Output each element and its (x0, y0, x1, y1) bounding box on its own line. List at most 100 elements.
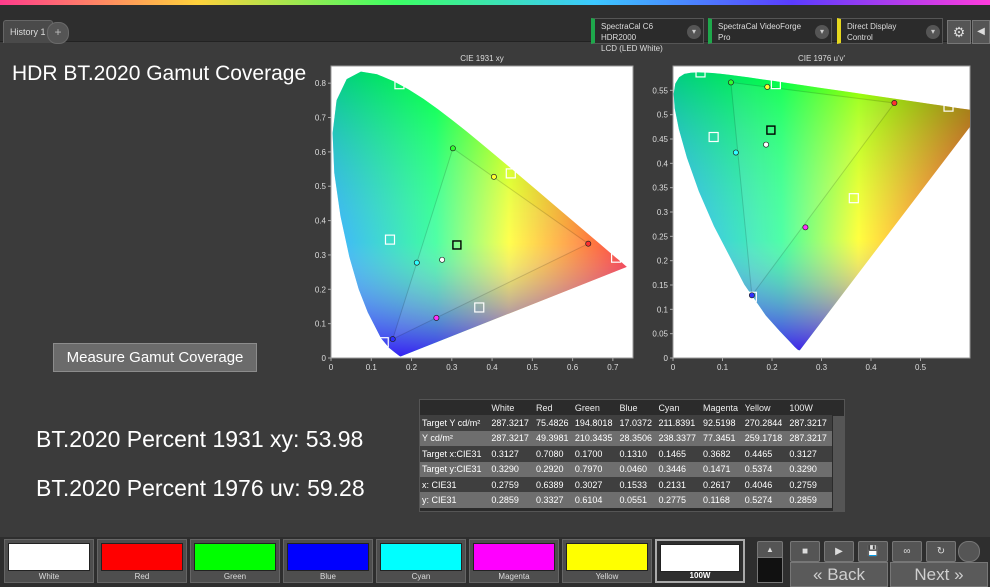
back-label: Back (827, 565, 865, 584)
swatch-color (194, 543, 276, 571)
loop-button[interactable]: ∞ (892, 541, 922, 562)
page-title: HDR BT.2020 Gamut Coverage (12, 62, 307, 85)
tab-bar: History 1 + SpectraCal C6 HDR2000 LCD (L… (0, 5, 990, 53)
stop-icon: ■ (801, 546, 809, 557)
table-cell: 194.8018 (572, 415, 618, 431)
row-label: Y cd/m² (420, 430, 490, 447)
measured-white-point (763, 141, 770, 148)
swatch-100w[interactable]: 100W (655, 539, 745, 583)
x-tick-label: 0.3 (446, 363, 458, 372)
table-scrollbar[interactable] (833, 416, 844, 511)
table-cell: 0.6104 (572, 492, 618, 508)
table-row[interactable]: Target x:CIE31 0.3127 0.7080 0.1700 0.1310 0.… (420, 446, 832, 462)
meter-name: SpectraCal C6 HDR2000 (601, 22, 654, 42)
meter-dropdown[interactable]: SpectraCal C6 HDR2000 LCD (LED White) ▾ (591, 18, 704, 53)
triangle-left-icon: ◀ (977, 26, 985, 37)
y-tick-label: 0.5 (657, 111, 669, 120)
table-cell: 287.3217 (489, 430, 534, 447)
swatch-white[interactable]: White (4, 539, 94, 583)
percent-1931-readout: BT.2020 Percent 1931 xy: 53.98 (36, 426, 364, 452)
swatch-cyan[interactable]: Cyan (376, 539, 466, 583)
patch-preview (757, 557, 783, 583)
row-label: Target y:CIE31 (420, 461, 490, 477)
table-row[interactable]: y: CIE31 0.2859 0.3327 0.6104 0.0551 0.2775 0.… (420, 492, 832, 508)
table-cell: 0.4465 (742, 446, 788, 462)
table-row[interactable]: Target Y cd/m² 287.3217 75.4826 194.8018 17.… (420, 415, 832, 431)
scroll-up-button[interactable]: ▲ (757, 541, 783, 558)
y-tick-label: 0.4 (315, 217, 327, 226)
row-label: x: CIE31 (420, 476, 490, 493)
table-cell: 0.5374 (742, 461, 788, 477)
table-cell: 0.2131 (656, 476, 702, 493)
y-tick-label: 0.35 (652, 184, 668, 193)
swatch-label: White (38, 572, 60, 581)
table-cell: 259.1718 (742, 430, 788, 447)
swatch-color (473, 543, 555, 571)
table-row[interactable]: Y cd/m² 287.3217 49.3981 210.3435 28.3506 238… (420, 430, 832, 447)
table-cell: 287.3217 (787, 430, 832, 447)
settings-button[interactable]: ⚙ (947, 20, 971, 44)
swatch-yellow[interactable]: Yellow (562, 539, 652, 583)
table-cell: 0.3327 (533, 492, 573, 508)
swatch-label: Red (134, 572, 150, 581)
play-button[interactable]: ▶ (824, 541, 854, 562)
cie1931-chart: CIE 1931 xy 0 0.1 0.2 0.3 0.4 0.5 0.6 0.7 0 0.1 0.2… (315, 54, 634, 372)
x-tick-label: 0.3 (816, 363, 828, 372)
measured-cyan-point (413, 259, 420, 266)
chart-title: CIE 1976 u'v' (798, 54, 846, 63)
swatch-label: Cyan (411, 572, 431, 581)
collapse-panel-button[interactable]: ◀ (972, 20, 990, 44)
x-tick-label: 0.2 (406, 363, 418, 372)
y-tick-label: 0.5 (315, 182, 327, 191)
save-button[interactable]: 💾 (858, 541, 888, 562)
swatch-magenta[interactable]: Magenta (469, 539, 559, 583)
x-tick-label: 0.2 (766, 363, 778, 372)
swatch-red[interactable]: Red (97, 539, 187, 583)
display-control-dropdown[interactable]: Direct Display Control ▾ (837, 18, 943, 44)
table-cell: 0.3290 (787, 461, 832, 477)
table-row[interactable]: x: CIE31 0.2759 0.6389 0.3027 0.1533 0.2131 0.… (420, 476, 832, 493)
swatch-label: Blue (319, 572, 336, 581)
measure-gamut-coverage-button[interactable]: Measure Gamut Coverage (53, 343, 257, 372)
x-tick-label: 0.7 (607, 363, 619, 372)
swatch-label: Yellow (595, 572, 619, 581)
x-tick-label: 0.1 (366, 363, 378, 372)
table-cell: 0.2920 (533, 461, 573, 477)
pattern-generator-dropdown[interactable]: SpectraCal VideoForge Pro ▾ (708, 18, 832, 44)
cie1976-chart: CIE 1976 u'v' 0 0.1 0.2 0.3 0.4 0.5 0 0.05 0.1 0.1… (652, 54, 971, 372)
measured-red-point (585, 240, 592, 247)
gear-icon: ⚙ (952, 24, 966, 40)
y-tick-label: 0.3 (315, 251, 327, 260)
measured-blue-point (748, 292, 755, 299)
table-cell: 0.4046 (742, 476, 788, 493)
refresh-button[interactable]: ↻ (926, 541, 956, 562)
y-tick-label: 0.45 (652, 135, 668, 144)
swatch-label: Green (223, 572, 247, 581)
table-cell: 0.5274 (742, 492, 788, 508)
column-header: Cyan (656, 400, 702, 416)
y-tick-label: 0.1 (657, 305, 669, 314)
table-cell: 0.2859 (787, 492, 832, 508)
x-tick-label: 0.4 (487, 363, 499, 372)
measured-cyan-point (732, 149, 739, 156)
y-tick-label: 0 (322, 354, 327, 363)
back-button[interactable]: « Back (790, 562, 888, 587)
y-tick-label: 0.15 (652, 281, 668, 290)
swatch-green[interactable]: Green (190, 539, 280, 583)
stop-button[interactable]: ■ (790, 541, 820, 562)
column-header (420, 400, 490, 416)
column-header: Green (572, 400, 618, 416)
record-button[interactable] (958, 541, 980, 562)
table-cell: 0.1471 (701, 461, 743, 477)
chevron-double-right-icon: » (954, 565, 964, 584)
table-row[interactable]: Target y:CIE31 0.3290 0.2920 0.7970 0.0460 0.… (420, 461, 832, 477)
table-cell: 77.3451 (701, 430, 743, 447)
next-button[interactable]: Next » (890, 562, 988, 587)
add-tab-button[interactable]: + (47, 22, 69, 44)
table-cell: 210.3435 (572, 430, 618, 447)
table-cell: 49.3981 (533, 430, 573, 447)
tab-history-1[interactable]: History 1 (3, 20, 53, 43)
swatch-blue[interactable]: Blue (283, 539, 373, 583)
y-tick-label: 0.7 (315, 114, 327, 123)
measured-yellow-point (490, 173, 497, 180)
